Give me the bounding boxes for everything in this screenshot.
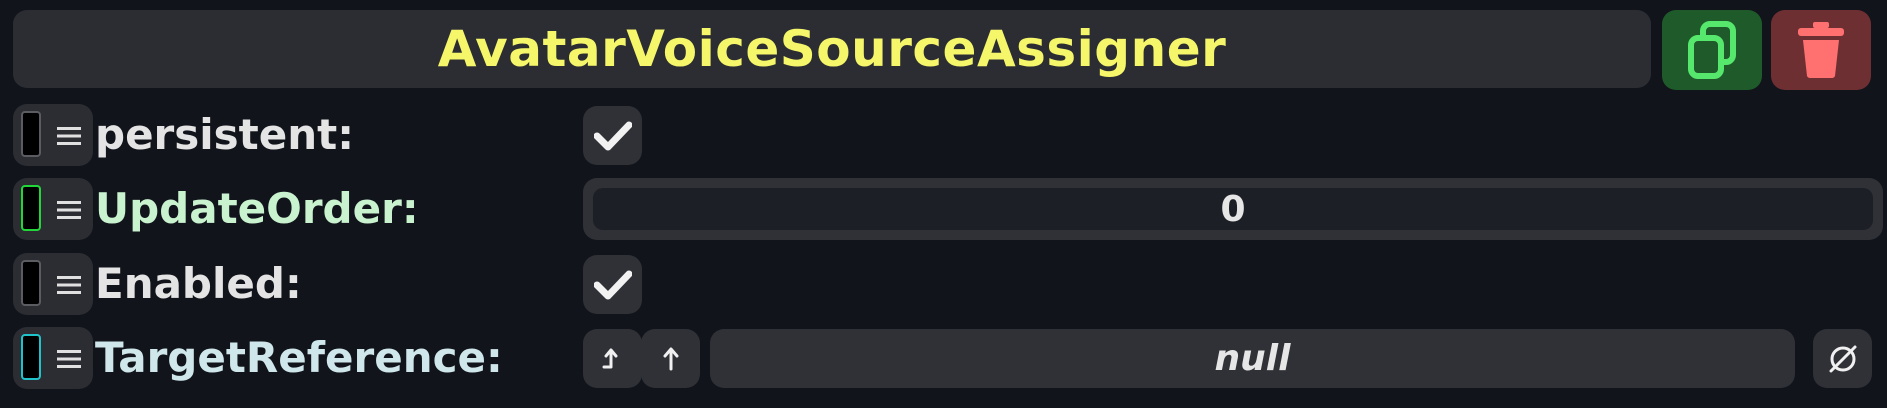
reference-slot [21, 185, 41, 231]
target-reference-field[interactable]: null [710, 329, 1795, 388]
clear-reference-button[interactable] [1813, 329, 1872, 388]
field-row-targetreference: TargetReference: null [13, 327, 1873, 389]
update-order-field: 0 [583, 178, 1883, 240]
component-panel: AvatarVoiceSourceAssigner persistent: Up… [0, 0, 1887, 408]
update-order-input[interactable]: 0 [593, 188, 1873, 230]
reference-slot [21, 334, 41, 380]
trash-icon [1798, 22, 1844, 78]
menu-icon [57, 201, 81, 219]
menu-icon [57, 350, 81, 368]
field-drag-handle[interactable] [13, 104, 93, 166]
field-row-updateorder: UpdateOrder: 0 [13, 178, 1883, 240]
enabled-checkbox[interactable] [583, 255, 642, 314]
field-label: UpdateOrder: [95, 184, 419, 233]
duplicate-icon [1688, 21, 1736, 79]
checkmark-icon [593, 121, 632, 150]
field-drag-handle[interactable] [13, 178, 93, 240]
field-label: TargetReference: [95, 333, 503, 382]
duplicate-button[interactable] [1662, 10, 1762, 90]
reference-slot [21, 111, 41, 157]
field-row-enabled: Enabled: [13, 253, 1873, 315]
field-row-persistent: persistent: [13, 104, 1873, 166]
field-label: Enabled: [95, 259, 302, 308]
field-label: persistent: [95, 110, 354, 159]
jump-to-icon [602, 348, 617, 368]
reference-slot [21, 260, 41, 306]
go-up-button[interactable] [641, 329, 700, 388]
menu-icon [57, 276, 81, 294]
persistent-checkbox[interactable] [583, 106, 642, 165]
component-header[interactable]: AvatarVoiceSourceAssigner [13, 10, 1651, 88]
component-title: AvatarVoiceSourceAssigner [437, 20, 1227, 78]
jump-to-button[interactable] [583, 329, 642, 388]
up-arrow-icon [663, 347, 678, 370]
field-drag-handle[interactable] [13, 253, 93, 315]
menu-icon [57, 127, 81, 145]
delete-button[interactable] [1771, 10, 1871, 90]
checkmark-icon [593, 270, 632, 299]
field-drag-handle[interactable] [13, 327, 93, 389]
null-icon [1829, 345, 1856, 372]
